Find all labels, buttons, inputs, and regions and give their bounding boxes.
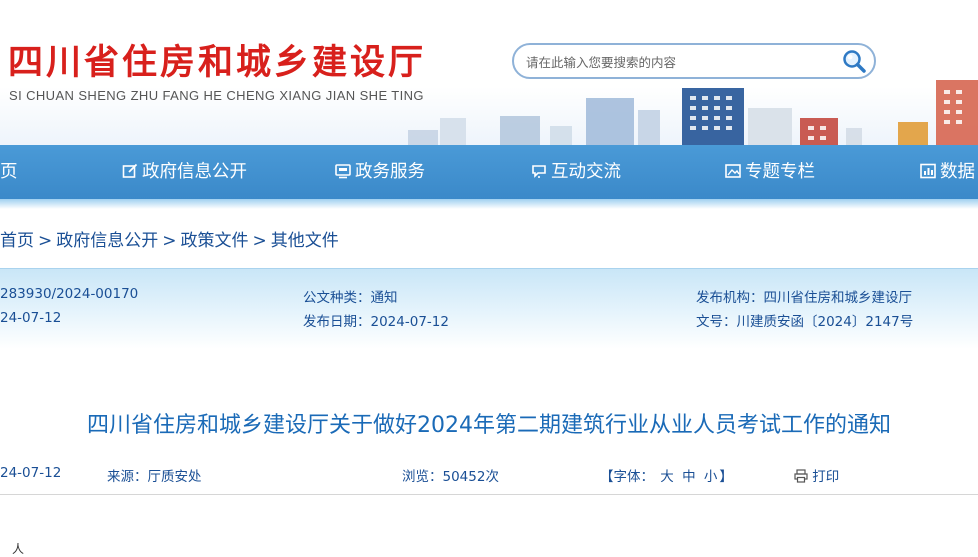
image-icon <box>725 162 745 182</box>
document-meta-panel: 283930/2024-00170 24-07-12 公文种类：通知 发布日期：… <box>0 268 978 349</box>
breadcrumb-separator: > <box>252 231 267 251</box>
monitor-icon <box>335 162 355 182</box>
breadcrumb-home[interactable]: 首页 <box>0 231 34 251</box>
font-size-small[interactable]: 小 <box>704 469 718 485</box>
nav-item-label: 专题专栏 <box>745 162 815 182</box>
meta-index-no: 283930/2024-00170 <box>0 286 139 302</box>
font-size-medium[interactable]: 中 <box>682 469 696 485</box>
nav-item-label: 页 <box>0 162 18 182</box>
breadcrumb-other-docs[interactable]: 其他文件 <box>271 231 339 251</box>
breadcrumb-gov-info[interactable]: 政府信息公开 <box>56 231 158 251</box>
article-divider <box>0 494 978 495</box>
nav-item-topics[interactable]: 专题专栏 <box>725 145 815 199</box>
breadcrumb-separator: > <box>162 231 177 251</box>
font-size-bracket-end: 】 <box>719 469 733 485</box>
font-size-switcher: 【字体： 大 中 小】 <box>600 465 733 485</box>
nav-item-label: 数据 <box>940 162 975 182</box>
meta-doc-no-value: 川建质安函〔2024〕2147号 <box>736 314 914 330</box>
meta-org-value: 四川省住房和城乡建设厅 <box>763 290 913 306</box>
breadcrumb: 首页 > 政府信息公开 > 政策文件 > 其他文件 <box>0 226 339 251</box>
breadcrumb-policy-docs[interactable]: 政策文件 <box>181 231 249 251</box>
article-source-value: 厅质安处 <box>147 469 202 485</box>
article-source: 来源：厅质安处 <box>107 465 202 485</box>
nav-item-services[interactable]: 政务服务 <box>335 145 425 199</box>
article-title: 四川省住房和城乡建设厅关于做好2024年第二期建筑行业从业人员考试工作的通知 <box>87 413 891 438</box>
nav-item-interaction[interactable]: 互动交流 <box>531 145 621 199</box>
meta-doc-no-label: 文号： <box>696 314 737 330</box>
nav-item-home[interactable]: 页 <box>0 145 18 199</box>
font-size-label: 【字体： <box>600 469 654 485</box>
chat-icon <box>531 162 551 182</box>
chart-icon <box>920 162 940 182</box>
nav-item-label: 政府信息公开 <box>142 162 247 182</box>
print-label: 打印 <box>812 469 840 485</box>
nav-item-label: 互动交流 <box>551 162 621 182</box>
main-nav: 页 政府信息公开 政务服务 互动交流 专题专栏 数据 <box>0 145 978 199</box>
article-views-value: 50452次 <box>442 469 499 485</box>
font-size-large[interactable]: 大 <box>660 469 674 485</box>
meta-doc-type: 公文种类：通知 <box>303 286 398 306</box>
meta-gen-date: 24-07-12 <box>0 310 62 326</box>
meta-doc-type-label: 公文种类： <box>303 290 371 306</box>
article-date: 24-07-12 <box>0 465 62 481</box>
nav-item-label: 政务服务 <box>355 162 425 182</box>
meta-pub-date-value: 2024-07-12 <box>370 314 449 330</box>
meta-org-label: 发布机构： <box>696 290 764 306</box>
article-source-label: 来源： <box>107 469 148 485</box>
meta-org: 发布机构：四川省住房和城乡建设厅 <box>696 286 912 306</box>
meta-pub-date: 发布日期：2024-07-12 <box>303 310 449 330</box>
meta-doc-no: 文号：川建质安函〔2024〕2147号 <box>696 310 913 330</box>
breadcrumb-separator: > <box>38 231 53 251</box>
nav-item-data[interactable]: 数据 <box>920 145 975 199</box>
nav-item-gov-info[interactable]: 政府信息公开 <box>122 145 247 199</box>
meta-pub-date-label: 发布日期： <box>303 314 371 330</box>
site-header: 四川省住房和城乡建设厅 SI CHUAN SHENG ZHU FANG HE C… <box>0 0 978 145</box>
edit-icon <box>122 162 142 182</box>
nav-shadow <box>0 199 978 209</box>
skyline-illustration <box>408 80 978 145</box>
print-button[interactable]: 打印 <box>794 465 839 485</box>
article-views: 浏览：50452次 <box>402 465 499 485</box>
printer-icon <box>794 469 808 485</box>
article-views-label: 浏览： <box>402 469 443 485</box>
meta-doc-type-value: 通知 <box>370 290 398 306</box>
